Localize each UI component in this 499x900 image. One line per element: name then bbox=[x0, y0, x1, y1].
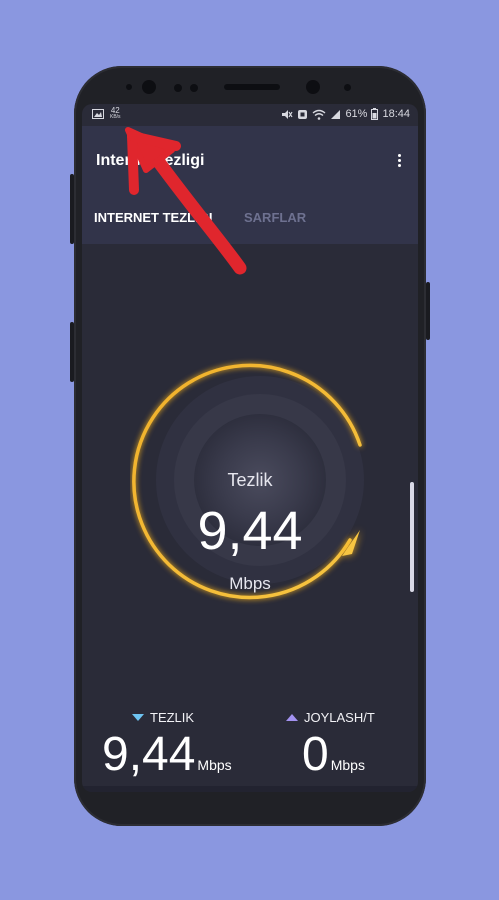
earpiece-speaker bbox=[224, 84, 280, 90]
download-value: 9,44 bbox=[102, 728, 196, 781]
gauge-title: Tezlik bbox=[227, 470, 273, 490]
download-label: TEZLIK bbox=[150, 710, 195, 725]
front-camera bbox=[142, 80, 156, 94]
navigation-strip bbox=[82, 786, 418, 792]
upload-label-row: JOYLASH/T bbox=[286, 710, 375, 725]
upload-value-row: 0 Mbps bbox=[302, 731, 375, 779]
tab-internet-speed[interactable]: INTERNET TEZLIGI bbox=[94, 210, 212, 225]
upload-stat: JOYLASH/T 0 Mbps bbox=[286, 710, 375, 779]
app-bar: Internet tezligi INTERNET TEZLIGI SARFLA… bbox=[82, 126, 418, 244]
iris-camera bbox=[306, 80, 320, 94]
download-stat: TEZLIK 9,44 Mbps bbox=[102, 710, 232, 779]
gauge-unit: Mbps bbox=[229, 574, 271, 593]
download-value-row: 9,44 Mbps bbox=[102, 731, 232, 779]
triangle-down-icon bbox=[132, 714, 144, 721]
download-label-row: TEZLIK bbox=[132, 710, 232, 725]
scrollbar[interactable] bbox=[410, 482, 414, 592]
bixby-button bbox=[70, 322, 74, 382]
wifi-icon bbox=[312, 109, 326, 120]
phone-frame: 42 KB/s 61% 18:44 Internet tezligi INTER… bbox=[70, 66, 430, 826]
clock: 18:44 bbox=[382, 108, 410, 120]
overflow-menu-icon[interactable] bbox=[394, 152, 404, 170]
tab-usage[interactable]: SARFLAR bbox=[244, 210, 306, 225]
volume-button bbox=[70, 174, 74, 244]
sensor-dot bbox=[190, 84, 198, 92]
alarm-icon bbox=[298, 109, 308, 119]
data-speed-value: 42 bbox=[110, 106, 120, 115]
gauge-value: 9,44 bbox=[197, 501, 303, 561]
app-title: Internet tezligi bbox=[96, 152, 205, 169]
phone-screen: 42 KB/s 61% 18:44 Internet tezligi INTER… bbox=[82, 104, 418, 792]
data-speed-unit: KB/s bbox=[110, 114, 121, 120]
signal-icon bbox=[331, 109, 341, 119]
upload-label: JOYLASH/T bbox=[304, 710, 375, 725]
image-icon bbox=[92, 109, 104, 119]
triangle-up-icon bbox=[286, 714, 298, 721]
sensor-dot bbox=[174, 84, 182, 92]
sensor-dot bbox=[126, 84, 132, 90]
sensor-dot bbox=[344, 84, 351, 91]
download-unit: Mbps bbox=[197, 757, 232, 773]
data-speed-icon: 42 KB/s bbox=[110, 107, 121, 121]
battery-percentage: 61% bbox=[345, 108, 368, 120]
upload-unit: Mbps bbox=[330, 757, 365, 773]
mute-icon bbox=[282, 109, 293, 119]
upload-value: 0 bbox=[302, 728, 329, 781]
battery-icon bbox=[371, 108, 379, 120]
power-button bbox=[426, 282, 430, 340]
status-bar: 42 KB/s 61% 18:44 bbox=[82, 104, 418, 126]
